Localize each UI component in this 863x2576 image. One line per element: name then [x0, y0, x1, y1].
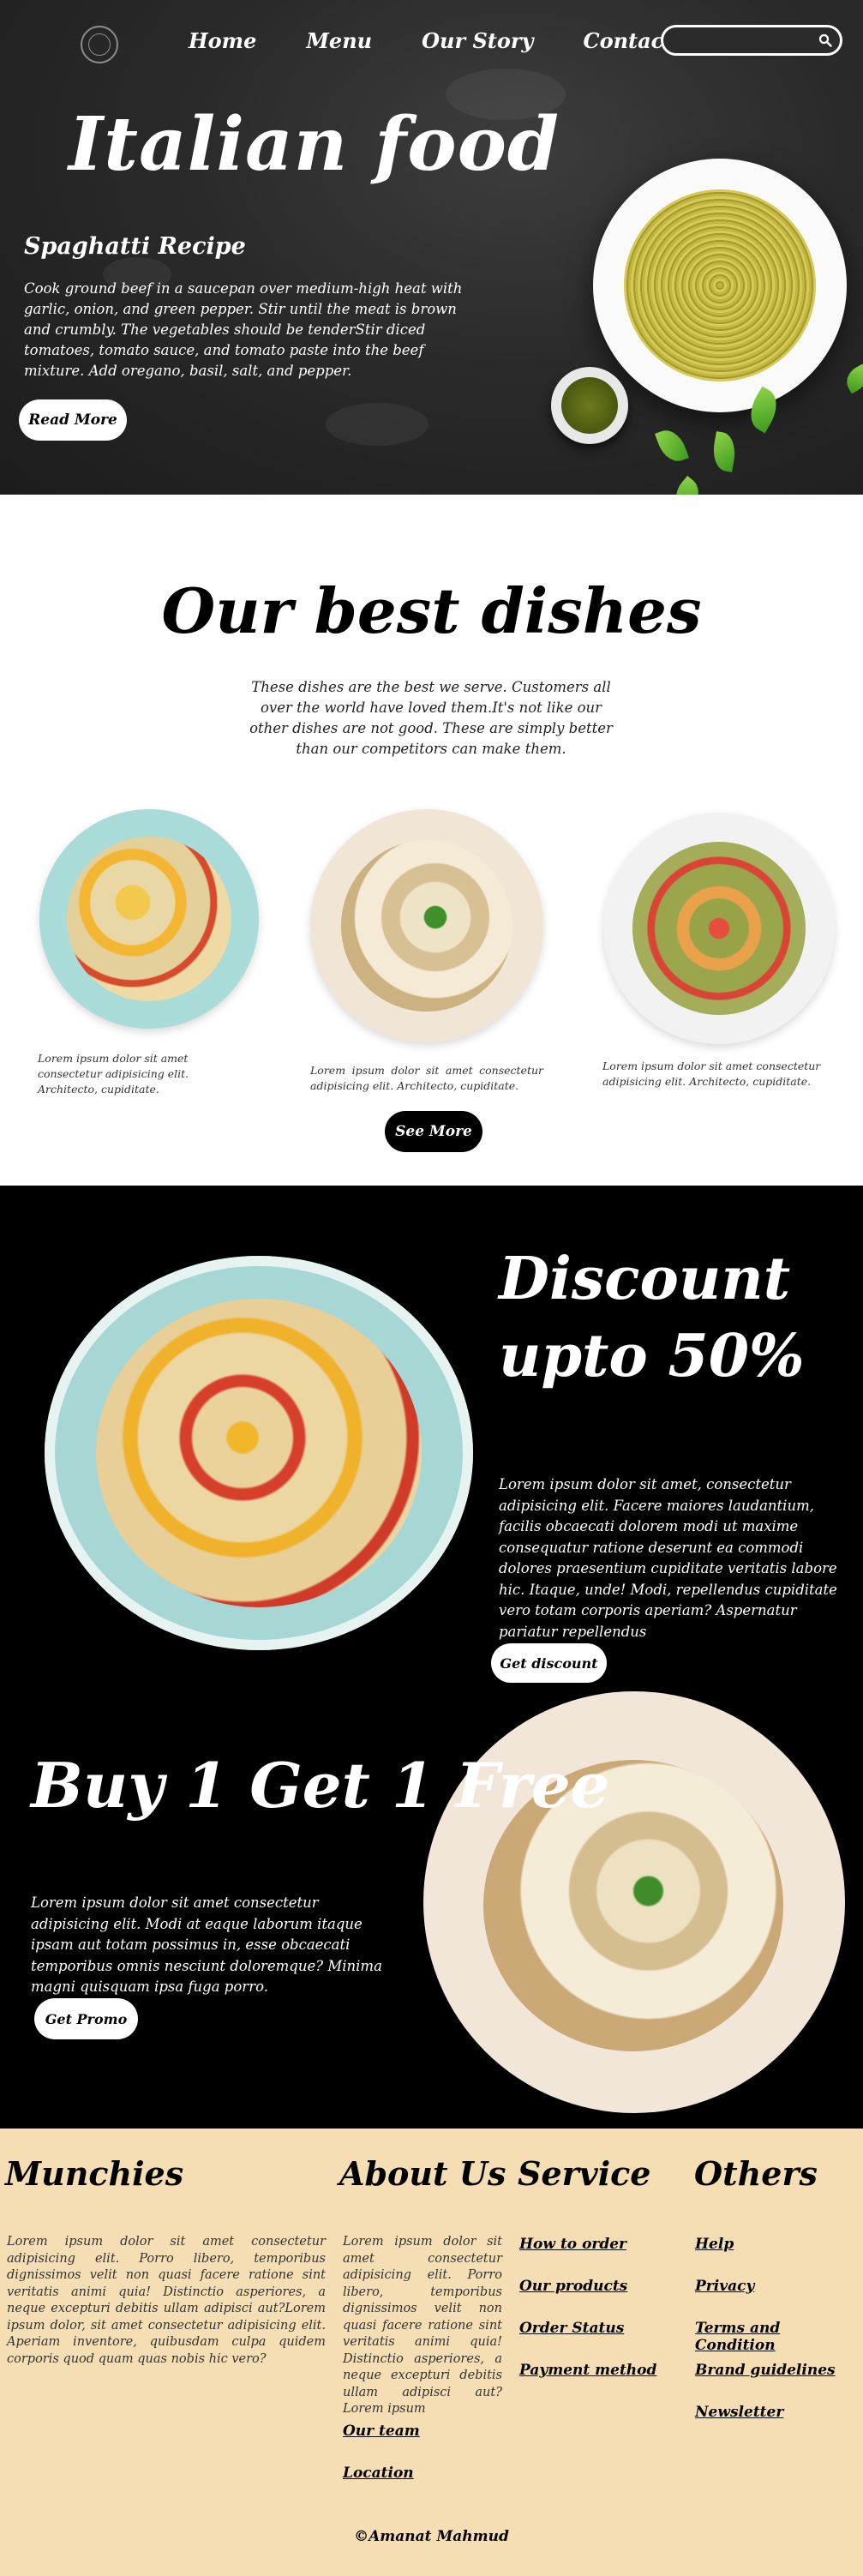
read-more-button[interactable]: Read More: [19, 399, 127, 441]
search-input[interactable]: [675, 32, 812, 49]
get-discount-button[interactable]: Get discount: [491, 1643, 607, 1683]
bogo-text: Lorem ipsum dolor sit amet consectetur a…: [31, 1894, 382, 1995]
footer-munchies-title: Munchies: [5, 2154, 184, 2193]
pesto-sauce: [561, 377, 618, 434]
footer-link-terms[interactable]: Terms and Condition: [695, 2320, 863, 2354]
pasta-food: [624, 189, 816, 381]
nav-home[interactable]: Home: [189, 26, 256, 57]
basil-leaf-image: [668, 475, 706, 495]
tagliatelle-food: [67, 837, 231, 1001]
basil-leaf-image: [655, 425, 689, 466]
footer-about-title: About Us: [339, 2154, 506, 2193]
nav-our-story[interactable]: Our Story: [422, 26, 533, 57]
hero-title: Italian food: [69, 101, 560, 188]
footer-service-title: Service: [518, 2154, 651, 2193]
tagliatelle-food: [96, 1299, 422, 1607]
get-promo-button[interactable]: Get Promo: [34, 1998, 138, 2039]
chicken-spaghetti-food: [341, 840, 512, 1012]
footer-link-privacy[interactable]: Privacy: [695, 2278, 754, 2295]
recipe-text: Cook ground beef in a saucepan over medi…: [24, 280, 463, 379]
pesto-pasta-image: [593, 159, 847, 412]
footer-link-newsletter[interactable]: Newsletter: [695, 2404, 783, 2421]
logo[interactable]: [81, 26, 118, 63]
footer-link-location[interactable]: Location: [343, 2465, 414, 2482]
dish-image-3: [603, 813, 835, 1044]
copyright: ©Amanat Mahmud: [354, 2528, 509, 2545]
discount-dish-image: [45, 1256, 473, 1650]
basil-leaf-image: [710, 431, 739, 472]
pesto-tomato-pasta-food: [632, 842, 806, 1015]
see-more-button[interactable]: See More: [385, 1111, 482, 1152]
recipe-title: Spaghatti Recipe: [24, 233, 246, 260]
footer-others-title: Others: [694, 2154, 818, 2193]
pesto-bowl-image: [551, 367, 628, 444]
footer-link-help[interactable]: Help: [695, 2236, 734, 2253]
dish-image-2: [310, 809, 543, 1042]
footer-link-our-team[interactable]: Our team: [343, 2423, 420, 2440]
texture-speck: [326, 403, 429, 446]
footer-about-text: Lorem ipsum dolor sit amet consectetur a…: [343, 2235, 502, 2416]
search-icon[interactable]: [818, 33, 832, 47]
dish-caption-2: Lorem ipsum dolor sit amet consectetur a…: [310, 1064, 543, 1092]
logo-mark: [88, 33, 111, 56]
dish-caption-1: Lorem ipsum dolor sit amet consectetur a…: [38, 1052, 189, 1096]
best-dishes-title: Our best dishes: [161, 574, 702, 647]
search-box: [661, 25, 842, 56]
best-dishes-description: These dishes are the best we serve. Cust…: [249, 679, 613, 757]
hero-section: Home Menu Our Story Contact Us Italian f…: [0, 0, 863, 495]
footer-link-brand-guidelines[interactable]: Brand guidelines: [695, 2362, 836, 2379]
footer-link-our-products[interactable]: Our products: [519, 2278, 627, 2295]
dish-image-1: [39, 809, 259, 1029]
basil-leaf-image: [841, 363, 863, 394]
footer-link-payment-method[interactable]: Payment method: [519, 2362, 656, 2379]
footer-link-how-to-order[interactable]: How to order: [519, 2236, 626, 2253]
footer-munchies-text: Lorem ipsum dolor sit amet consectetur a…: [7, 2235, 326, 2366]
dish-caption-3: Lorem ipsum dolor sit amet consectetur a…: [602, 1060, 821, 1088]
discount-text: Lorem ipsum dolor sit amet, consectetur …: [499, 1476, 837, 1640]
discount-title: Discount upto 50%: [499, 1245, 805, 1390]
nav-menu[interactable]: Menu: [306, 26, 372, 57]
footer-link-order-status[interactable]: Order Status: [519, 2320, 624, 2337]
bogo-title: Buy 1 Get 1 Free: [31, 1749, 610, 1822]
